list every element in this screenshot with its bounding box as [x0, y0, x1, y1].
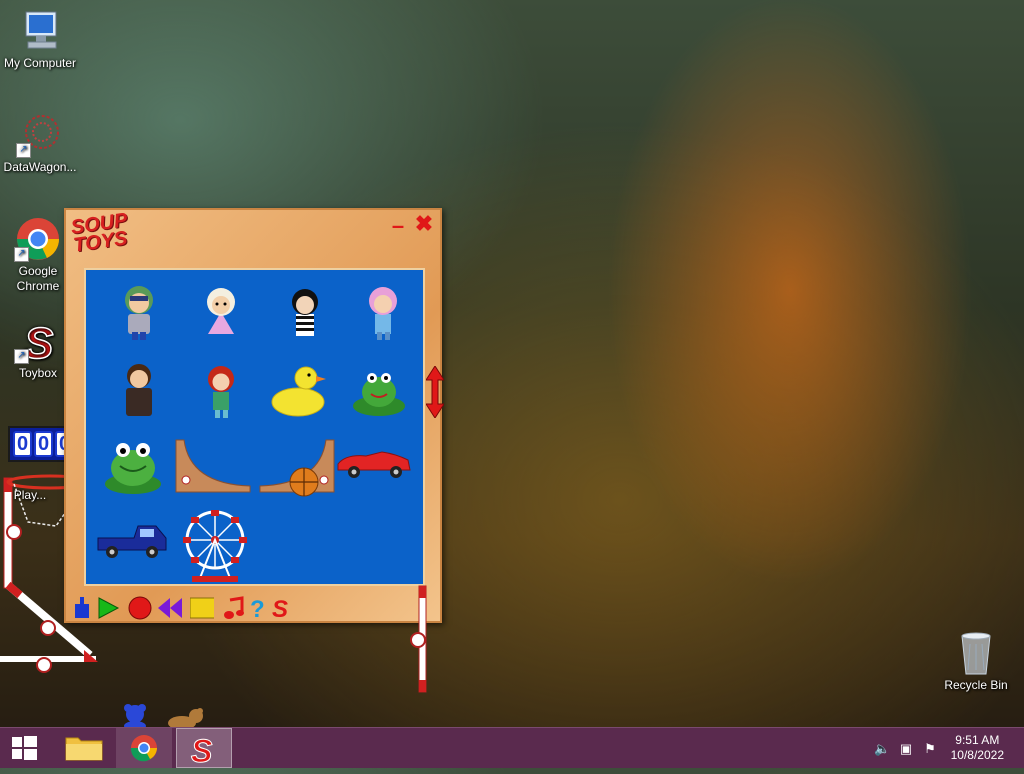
resize-vertical-icon[interactable] — [426, 366, 444, 418]
taskbar: S 🔈 ▣ ⚑ 9:51 AM 10/8/2022 — [0, 728, 1024, 770]
toybox-s-icon: S ↗ — [14, 318, 62, 369]
taskbar-toybox[interactable]: S — [176, 728, 232, 770]
shortcut-arrow-icon: ↗ — [16, 143, 31, 158]
window-title-logo: SOUP TOYS — [69, 209, 129, 257]
shortcut-arrow-icon: ↗ — [14, 349, 29, 364]
red-car-toy[interactable] — [336, 430, 414, 500]
start-button[interactable] — [0, 728, 48, 768]
help-icon[interactable]: ? — [246, 596, 270, 620]
counter-digit: 0 — [34, 431, 53, 457]
desktop-icon-datawagon[interactable]: ↗ DataWagon... — [2, 112, 78, 175]
shortcut-arrow-icon: ↗ — [14, 247, 29, 262]
blue-truck-toy[interactable] — [94, 508, 170, 578]
brown-bear-toy[interactable] — [166, 708, 206, 730]
network-icon[interactable]: ▣ — [898, 741, 914, 757]
toybox-s-icon: S — [191, 733, 214, 770]
soup-logo-icon[interactable]: S — [270, 596, 294, 620]
play-icon[interactable] — [96, 596, 120, 620]
soup-toys-window[interactable]: SOUP TOYS – ✖ ? S — [64, 208, 444, 623]
pole-toy[interactable] — [408, 584, 432, 696]
rubber-duck-toy[interactable] — [264, 354, 334, 424]
close-button[interactable]: ✖ — [414, 213, 434, 235]
desktop-icon-my-computer[interactable]: My Computer — [2, 8, 78, 71]
taskbar-clock[interactable]: 9:51 AM 10/8/2022 — [951, 733, 1004, 763]
computer-icon — [16, 8, 64, 54]
chrome-icon: ↗ — [14, 216, 62, 262]
rewind-icon[interactable] — [158, 596, 182, 620]
ferris-wheel-toy[interactable] — [180, 508, 250, 588]
desktop-icon-recycle-bin[interactable]: Recycle Bin — [938, 630, 1014, 693]
folder-icon — [65, 737, 103, 761]
man-figure-toy[interactable] — [104, 354, 174, 424]
pump-tool-icon[interactable] — [70, 596, 94, 620]
boy-figure-toy[interactable] — [104, 276, 174, 346]
action-center-flag-icon[interactable]: ⚑ — [922, 741, 938, 757]
music-note-icon[interactable] — [222, 596, 246, 620]
frog-toy[interactable] — [98, 430, 168, 500]
desktop-icon-label: Google Chrome — [16, 264, 60, 293]
frog-on-lily-toy[interactable] — [344, 354, 414, 424]
minimize-button[interactable]: – — [388, 215, 408, 237]
taskbar-file-explorer[interactable] — [56, 728, 112, 768]
toy-palette — [84, 268, 425, 586]
clock-date: 10/8/2022 — [950, 748, 1004, 762]
record-icon[interactable] — [128, 596, 152, 620]
desktop-icon-label: Recycle Bin — [944, 678, 1008, 692]
volume-muted-icon[interactable]: 🔈 — [874, 741, 890, 757]
windows-logo-icon — [12, 736, 37, 760]
taskbar-chrome[interactable] — [116, 728, 172, 768]
striped-figure-toy[interactable] — [270, 276, 340, 346]
desktop-icon-label: My Computer — [3, 56, 77, 70]
svg-text:S: S — [272, 596, 288, 620]
svg-text:?: ? — [250, 596, 265, 620]
chrome-icon — [130, 735, 157, 762]
counter-digit: 0 — [13, 431, 32, 457]
desktop-icon-label: DataWagon... — [3, 160, 77, 174]
skate-ramp-right-with-ball-toy[interactable] — [256, 430, 336, 500]
blue-bear-toy[interactable] — [120, 702, 150, 730]
girl-figure-toy[interactable] — [186, 276, 256, 346]
svg-text:S: S — [191, 733, 213, 769]
recycle-bin-icon — [952, 630, 1000, 676]
redhead-figure-toy[interactable] — [186, 354, 256, 424]
stop-icon[interactable] — [190, 596, 214, 620]
datawagon-icon: ↗ — [16, 112, 64, 158]
clock-time: 9:51 AM — [955, 733, 1000, 747]
pink-girl-figure-toy[interactable] — [348, 276, 418, 346]
skate-ramp-left-toy[interactable] — [174, 430, 254, 500]
